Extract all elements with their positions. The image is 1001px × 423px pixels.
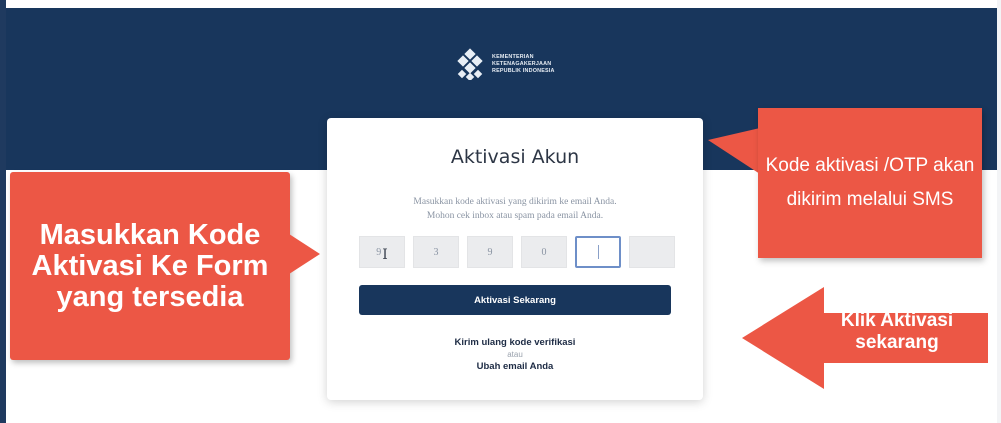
annotation-pointer <box>286 232 320 276</box>
ministry-name: KEMENTERIAN KETENAGAKERJAAN REPUBLIK IND… <box>492 54 555 75</box>
annotation-pointer <box>708 128 760 174</box>
secondary-links: Kirim ulang kode verifikasi atau Ubah em… <box>327 336 703 373</box>
resend-code-link[interactable]: Kirim ulang kode verifikasi <box>327 336 703 349</box>
otp-digit-3[interactable]: 9 <box>467 236 513 268</box>
annotation-enter-code-text: Masukkan Kode Aktivasi Ke Form yang ters… <box>31 218 269 313</box>
top-border <box>0 0 1001 8</box>
activate-now-button[interactable]: Aktivasi Sekarang <box>359 285 671 315</box>
otp-digit-5[interactable] <box>575 236 621 268</box>
ministry-name-line: KEMENTERIAN <box>492 53 534 60</box>
instruction-line: Masukkan kode aktivasi yang dikirim ke e… <box>413 197 617 207</box>
otp-digit-value: 9 <box>376 246 382 258</box>
activation-instructions: Masukkan kode aktivasi yang dikirim ke e… <box>327 195 703 223</box>
otp-digit-value: 9 <box>487 246 493 258</box>
otp-input-group: 9I 3 9 0 <box>359 236 675 268</box>
ministry-logo: KEMENTERIAN KETENAGAKERJAAN REPUBLIK IND… <box>454 48 555 80</box>
or-separator: atau <box>507 350 523 359</box>
annotation-otp-sms: Kode aktivasi /OTP akan dikirim melalui … <box>758 108 982 258</box>
annotation-enter-code: Masukkan Kode Aktivasi Ke Form yang ters… <box>10 172 290 360</box>
annotation-click-activate: Klik Aktivasi sekarang <box>840 310 954 353</box>
ministry-name-line: REPUBLIK INDONESIA <box>492 67 555 74</box>
otp-digit-4[interactable]: 0 <box>521 236 567 268</box>
ministry-logo-icon <box>457 48 483 80</box>
otp-digit-value: 3 <box>433 246 439 258</box>
change-email-link[interactable]: Ubah email Anda <box>327 360 703 373</box>
ministry-name-line: KETENAGAKERJAAN <box>492 60 552 67</box>
activation-card: Aktivasi Akun Masukkan kode aktivasi yan… <box>327 118 703 400</box>
card-title: Aktivasi Akun <box>450 146 580 168</box>
screenshot-frame: KEMENTERIAN KETENAGAKERJAAN REPUBLIK IND… <box>0 0 1001 423</box>
otp-digit-value: 0 <box>541 246 547 258</box>
text-cursor-icon: I <box>382 247 388 263</box>
otp-digit-6[interactable] <box>629 236 675 268</box>
input-caret <box>597 245 599 259</box>
instruction-line: Mohon cek inbox atau spam pada email And… <box>426 211 604 221</box>
left-border <box>0 0 6 423</box>
annotation-otp-sms-text: Kode aktivasi /OTP akan dikirim melalui … <box>765 155 975 210</box>
otp-digit-2[interactable]: 3 <box>413 236 459 268</box>
otp-digit-1[interactable]: 9I <box>359 236 405 268</box>
